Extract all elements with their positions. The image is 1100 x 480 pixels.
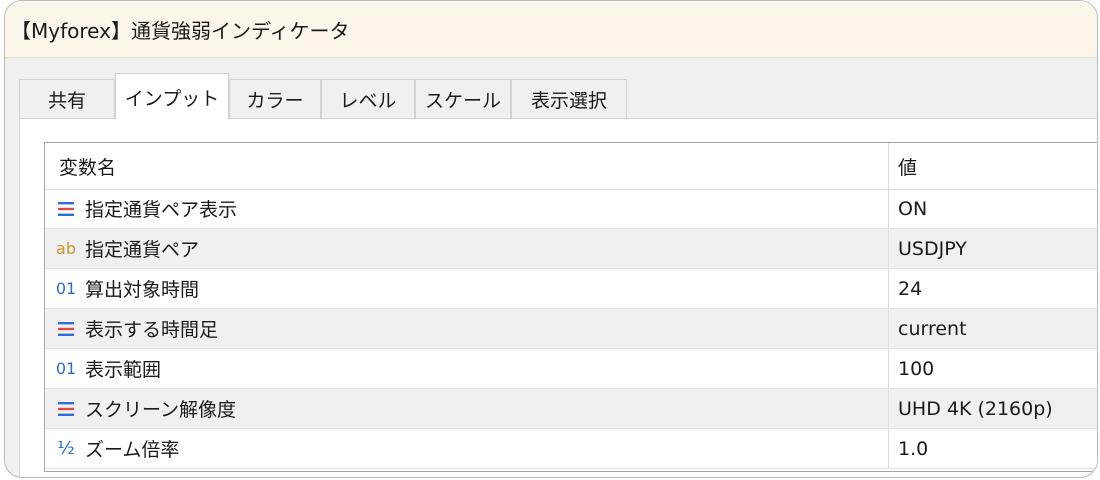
table-row[interactable]: 指定通貨ペア表示 ON — [45, 189, 1097, 229]
tab-colors[interactable]: カラー — [229, 79, 321, 119]
tab-bar: 共有 インプット カラー レベル スケール 表示選択 — [19, 73, 1097, 120]
title-bar: 【Myforex】通貨強弱インディケータ — [5, 1, 1097, 58]
parameter-name: スクリーン解像度 — [85, 399, 237, 421]
enum-icon — [55, 199, 77, 219]
window-title: 【Myforex】通貨強弱インディケータ — [11, 19, 350, 43]
parameter-name: ズーム倍率 — [85, 439, 180, 461]
parameters-grid: 変数名 値 指定通貨ペア表示 ON ab 指定通貨ペア USDJPY 01 算出… — [44, 142, 1097, 472]
integer-icon: 01 — [55, 278, 77, 298]
table-row[interactable]: スクリーン解像度 UHD 4K (2160p) — [45, 389, 1097, 429]
table-row[interactable]: 01 表示範囲 100 — [45, 349, 1097, 389]
parameter-name: 指定通貨ペア表示 — [85, 199, 238, 221]
tab-visualization[interactable]: 表示選択 — [511, 79, 627, 119]
parameter-value[interactable]: 24 — [890, 269, 922, 308]
parameter-name: 表示する時間足 — [85, 319, 219, 341]
parameter-value[interactable]: 1.0 — [890, 429, 928, 468]
tab-common[interactable]: 共有 — [19, 79, 115, 119]
parameter-value[interactable]: USDJPY — [890, 229, 967, 268]
dialog-window: 【Myforex】通貨強弱インディケータ 共有 インプット カラー レベル スケ… — [4, 0, 1098, 478]
parameter-value[interactable]: 100 — [890, 349, 934, 388]
parameter-value[interactable]: ON — [890, 189, 927, 228]
column-header-value[interactable]: 値 — [890, 143, 917, 189]
enum-icon — [55, 319, 77, 339]
column-header-name[interactable]: 変数名 — [45, 143, 889, 189]
table-row[interactable]: 01 算出対象時間 24 — [45, 269, 1097, 309]
parameter-value[interactable]: UHD 4K (2160p) — [890, 389, 1053, 428]
tab-inputs[interactable]: インプット — [115, 73, 229, 120]
inputs-panel: 変数名 値 指定通貨ペア表示 ON ab 指定通貨ペア USDJPY 01 算出… — [19, 118, 1097, 477]
tab-levels[interactable]: レベル — [321, 79, 415, 119]
parameter-name: 表示範囲 — [85, 359, 162, 381]
parameter-name: 指定通貨ペア — [85, 239, 200, 261]
parameter-value[interactable]: current — [890, 309, 967, 348]
integer-icon: 01 — [55, 358, 77, 378]
double-icon: ½ — [57, 437, 75, 459]
tab-scale[interactable]: スケール — [415, 79, 511, 119]
table-row[interactable]: ½ ズーム倍率 1.0 — [45, 429, 1097, 469]
grid-header: 変数名 値 — [45, 143, 1097, 190]
table-row[interactable]: 表示する時間足 current — [45, 309, 1097, 349]
parameter-name: 算出対象時間 — [85, 279, 200, 301]
table-row[interactable]: ab 指定通貨ペア USDJPY — [45, 229, 1097, 269]
enum-icon — [55, 399, 77, 419]
string-icon: ab — [56, 238, 76, 258]
